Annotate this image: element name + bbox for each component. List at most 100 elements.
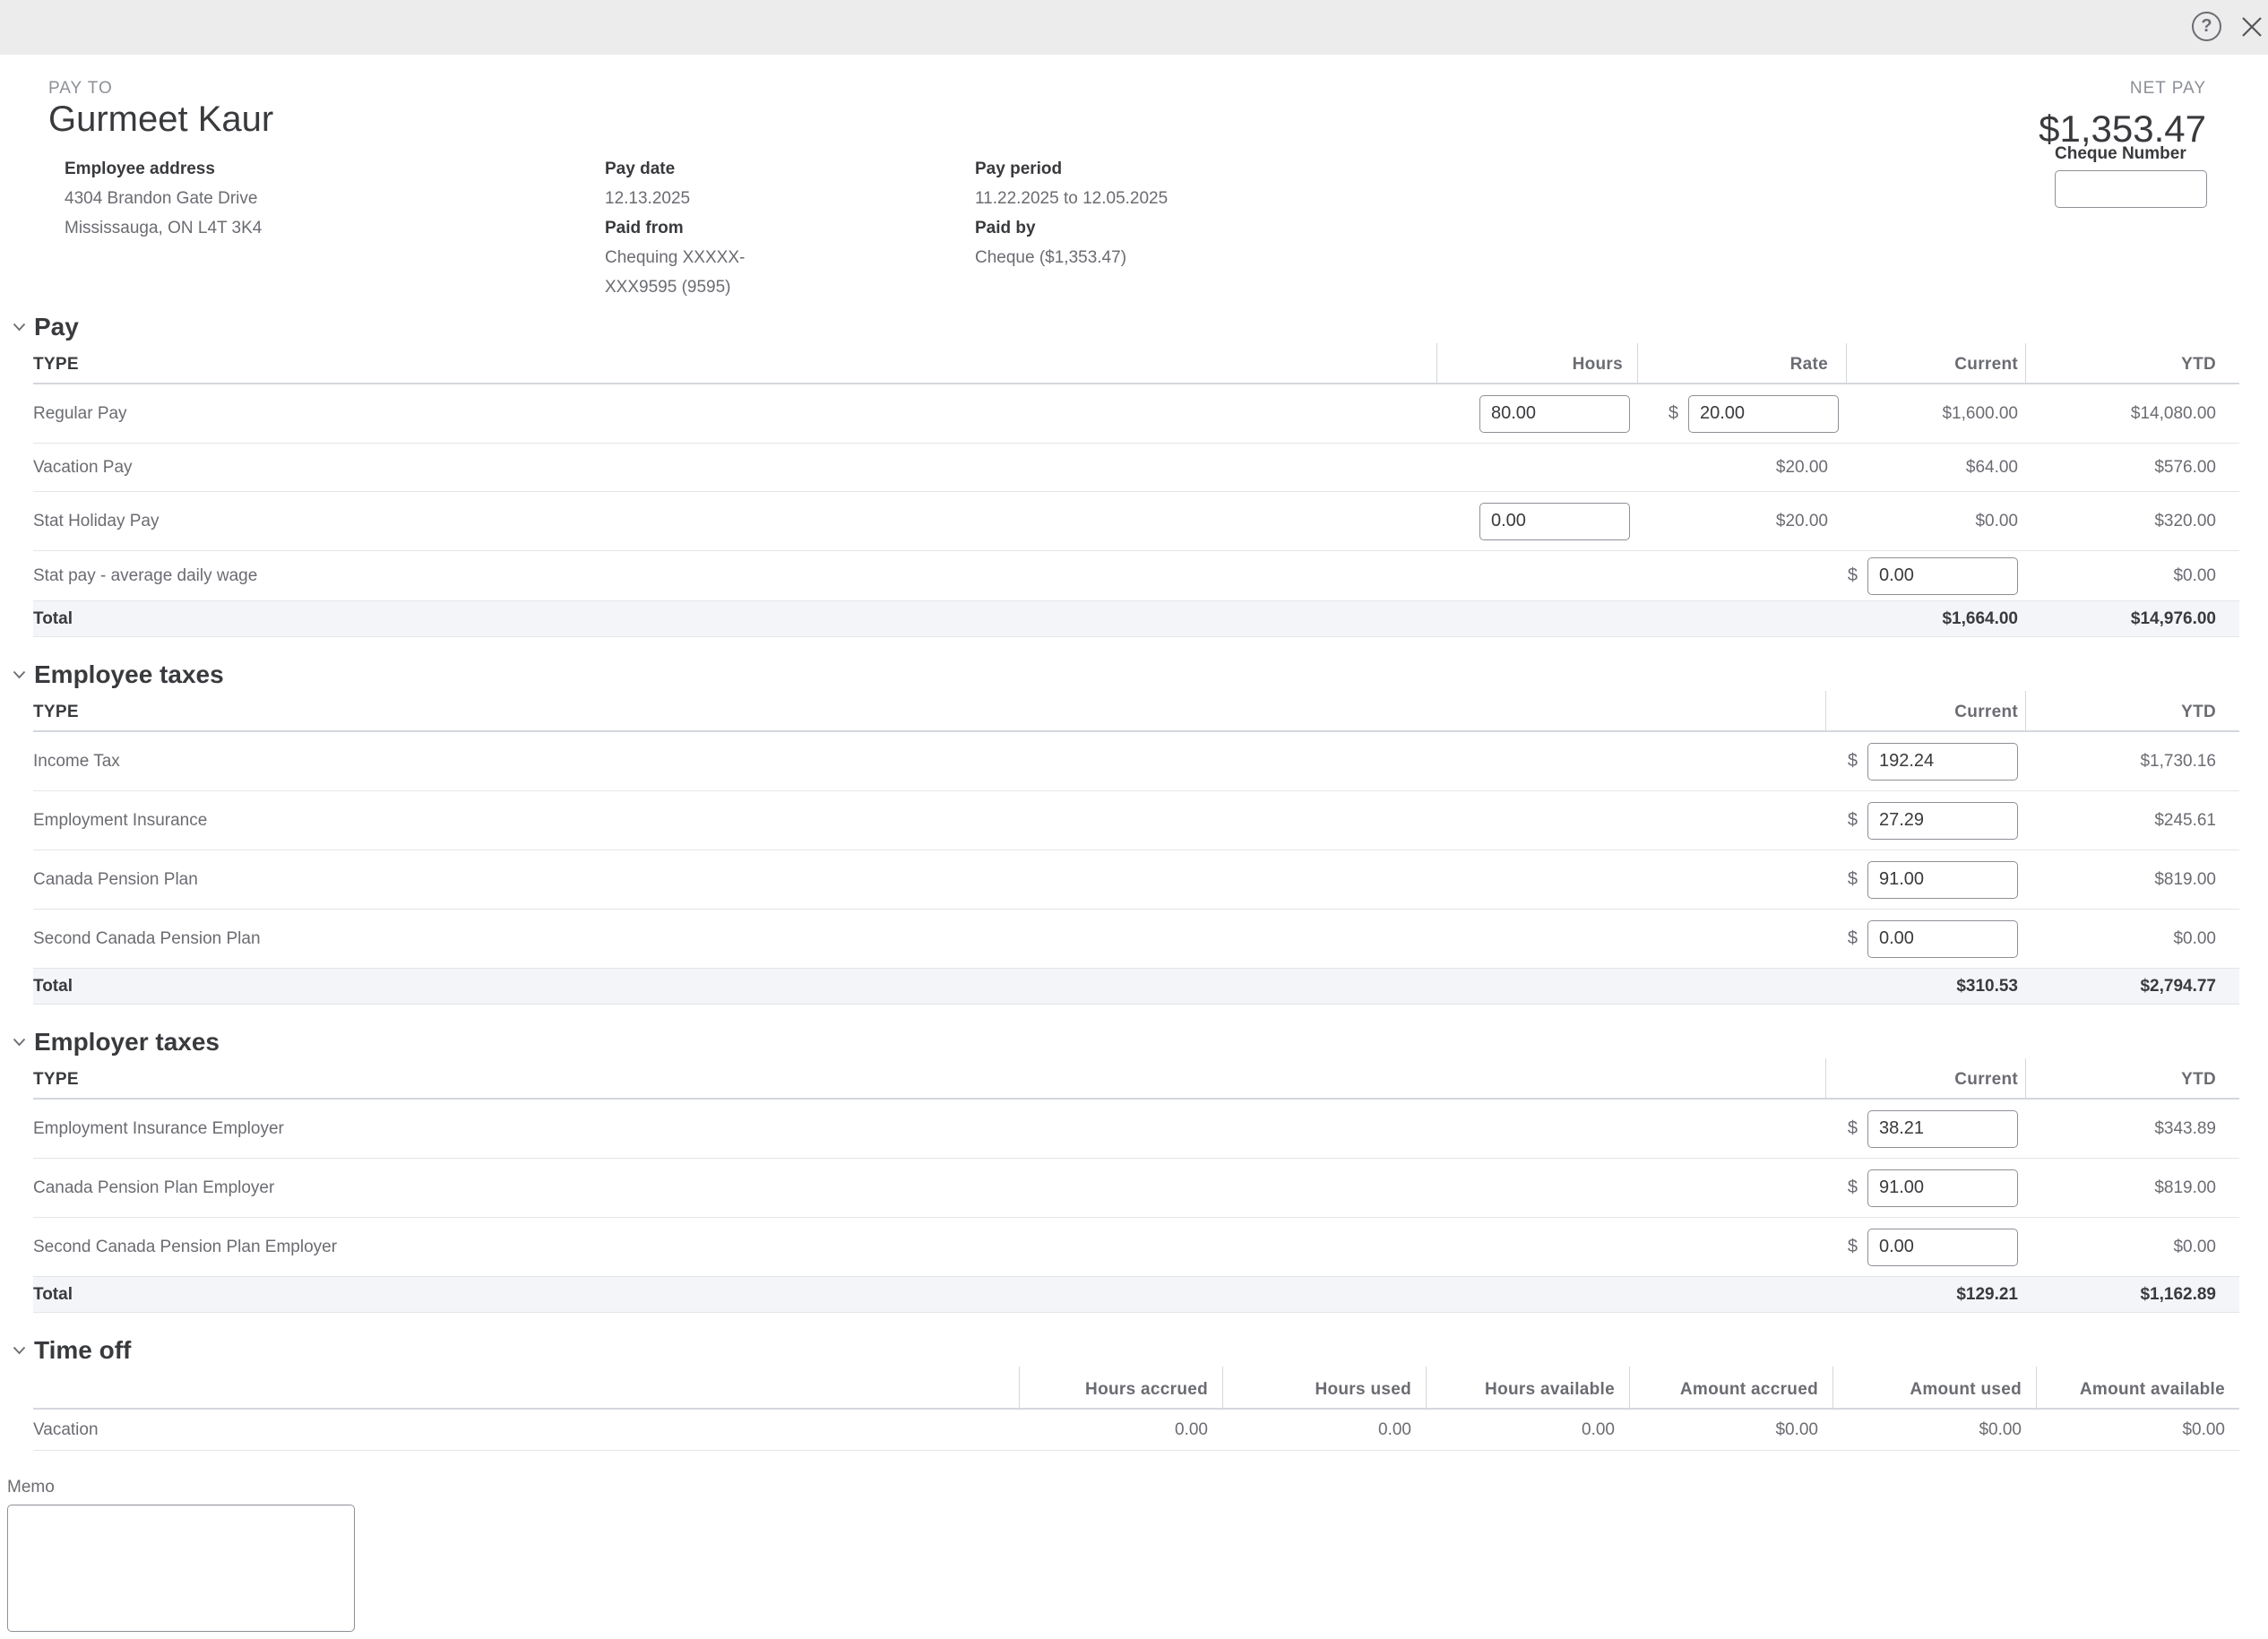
ytd-value: $343.89 xyxy=(2025,1119,2239,1139)
regular-pay-rate-input[interactable] xyxy=(1688,395,1839,433)
total-current: $1,664.00 xyxy=(1846,609,2025,629)
ytd-value: $0.00 xyxy=(2025,566,2239,586)
close-icon[interactable] xyxy=(2239,14,2264,39)
cpp-employer-current-input[interactable] xyxy=(1867,1169,2018,1207)
table-row: Vacation Pay $20.00 $64.00 $576.00 xyxy=(33,444,2239,492)
ytd-value: $576.00 xyxy=(2025,458,2239,478)
pay-type-label: Stat pay - average daily wage xyxy=(33,566,1436,586)
pay-type-label: Vacation Pay xyxy=(33,458,1436,478)
pay-date-block: Pay date 12.13.2025 Paid from Chequing X… xyxy=(605,154,745,302)
employee-taxes-section-header[interactable]: Employee taxes xyxy=(13,659,2239,691)
table-row: Second Canada Pension Plan Employer $ $0… xyxy=(33,1218,2239,1277)
table-row: Canada Pension Plan Employer $ $819.00 xyxy=(33,1159,2239,1218)
currency-prefix: $ xyxy=(1848,751,1858,772)
ei-employer-current-input[interactable] xyxy=(1867,1110,2018,1148)
second-cpp-employer-current-input[interactable] xyxy=(1867,1229,2018,1266)
ytd-value: $320.00 xyxy=(2025,512,2239,531)
rate-value: $20.00 xyxy=(1637,512,1846,531)
ytd-value: $819.00 xyxy=(2025,1178,2239,1198)
ytd-value: $245.61 xyxy=(2025,811,2239,831)
cpp-current-input[interactable] xyxy=(1867,861,2018,899)
column-header-ytd: YTD xyxy=(2025,343,2239,383)
total-current: $310.53 xyxy=(1825,977,2025,996)
tax-type-label: Second Canada Pension Plan xyxy=(33,929,1825,949)
tax-type-label: Canada Pension Plan xyxy=(33,870,1825,890)
total-ytd: $2,794.77 xyxy=(2025,977,2239,996)
column-header-amount-available: Amount available xyxy=(2036,1367,2239,1408)
pay-total-row: Total $1,664.00 $14,976.00 xyxy=(33,601,2239,637)
cheque-number-input[interactable] xyxy=(2055,170,2207,208)
paid-from-line2: XXX9595 (9595) xyxy=(605,272,745,302)
column-header-amount-used: Amount used xyxy=(1833,1367,2036,1408)
paycheque-header: PAY TO Gurmeet Kaur NET PAY $1,353.47 Ch… xyxy=(0,55,2268,297)
ytd-value: $819.00 xyxy=(2025,870,2239,890)
tax-type-label: Canada Pension Plan Employer xyxy=(33,1178,1825,1198)
regular-pay-hours-input[interactable] xyxy=(1479,395,1630,433)
employer-taxes-section-header[interactable]: Employer taxes xyxy=(13,1026,2239,1058)
chevron-down-icon[interactable] xyxy=(13,670,26,679)
table-row: Regular Pay $ $1,600.00 $14,080.00 xyxy=(33,384,2239,444)
column-header-amount-accrued: Amount accrued xyxy=(1629,1367,1833,1408)
chevron-down-icon[interactable] xyxy=(13,323,26,332)
table-row: Stat Holiday Pay $20.00 $0.00 $320.00 xyxy=(33,492,2239,551)
current-value: $64.00 xyxy=(1846,458,2025,478)
currency-prefix: $ xyxy=(1848,1177,1858,1198)
employment-insurance-current-input[interactable] xyxy=(1867,802,2018,840)
table-row: Second Canada Pension Plan $ $0.00 xyxy=(33,910,2239,969)
pay-table: TYPE Hours Rate Current YTD Regular Pay … xyxy=(33,343,2239,637)
pay-section-header[interactable]: Pay xyxy=(13,311,2239,343)
employer-taxes-header: TYPE Current YTD xyxy=(33,1058,2239,1100)
rate-value: $20.00 xyxy=(1637,458,1846,478)
employer-taxes-table: TYPE Current YTD Employment Insurance Em… xyxy=(33,1058,2239,1313)
pay-to-label: PAY TO xyxy=(48,79,113,99)
current-value: $1,600.00 xyxy=(1846,404,2025,424)
stat-pay-current-input[interactable] xyxy=(1867,557,2018,595)
memo-block: Memo xyxy=(7,1478,2239,1632)
total-label: Total xyxy=(33,609,1436,629)
current-value: $0.00 xyxy=(1846,512,2025,531)
table-row: Stat pay - average daily wage $ $0.00 xyxy=(33,551,2239,601)
employee-address-block: Employee address 4304 Brandon Gate Drive… xyxy=(65,154,262,243)
income-tax-current-input[interactable] xyxy=(1867,743,2018,781)
second-cpp-current-input[interactable] xyxy=(1867,920,2018,958)
currency-prefix: $ xyxy=(1848,928,1858,949)
help-icon[interactable]: ? xyxy=(2192,12,2221,41)
chevron-down-icon[interactable] xyxy=(13,1038,26,1047)
stat-holiday-hours-input[interactable] xyxy=(1479,503,1630,540)
time-off-header: Hours accrued Hours used Hours available… xyxy=(33,1367,2239,1410)
amount-used-value: $0.00 xyxy=(1833,1420,2036,1440)
pay-type-label: Regular Pay xyxy=(33,404,1436,424)
employee-address-line1: 4304 Brandon Gate Drive xyxy=(65,184,262,213)
time-off-type-label: Vacation xyxy=(33,1420,1019,1440)
ytd-value: $0.00 xyxy=(2025,929,2239,949)
employee-taxes-header: TYPE Current YTD xyxy=(33,691,2239,732)
chevron-down-icon[interactable] xyxy=(13,1346,26,1355)
tax-type-label: Employment Insurance xyxy=(33,811,1825,831)
net-pay-label: NET PAY xyxy=(2039,79,2206,99)
total-current: $129.21 xyxy=(1825,1285,2025,1305)
table-row: Employment Insurance Employer $ $343.89 xyxy=(33,1100,2239,1159)
column-header-hours: Hours xyxy=(1436,343,1637,383)
pay-date-value: 12.13.2025 xyxy=(605,184,745,213)
table-row: Income Tax $ $1,730.16 xyxy=(33,732,2239,791)
amount-available-value: $0.00 xyxy=(2036,1420,2239,1440)
paid-from-label: Paid from xyxy=(605,213,745,243)
employee-address-line2: Mississauga, ON L4T 3K4 xyxy=(65,213,262,243)
column-header-current: Current xyxy=(1825,1058,2025,1098)
ytd-value: $14,080.00 xyxy=(2025,404,2239,424)
employee-address-label: Employee address xyxy=(65,154,262,184)
column-header-ytd: YTD xyxy=(2025,691,2239,730)
ytd-value: $1,730.16 xyxy=(2025,752,2239,772)
column-header-type: TYPE xyxy=(33,343,1436,383)
memo-input[interactable] xyxy=(7,1505,355,1632)
pay-period-block: Pay period 11.22.2025 to 12.05.2025 Paid… xyxy=(975,154,1168,272)
tax-type-label: Second Canada Pension Plan Employer xyxy=(33,1238,1825,1257)
payee-name: Gurmeet Kaur xyxy=(48,99,273,140)
cheque-number-label: Cheque Number xyxy=(2055,144,2207,164)
employer-taxes-title: Employer taxes xyxy=(34,1028,220,1057)
table-row: Employment Insurance $ $245.61 xyxy=(33,791,2239,850)
column-header-type: TYPE xyxy=(33,691,1825,730)
currency-prefix: $ xyxy=(1848,1237,1858,1257)
time-off-section-header[interactable]: Time off xyxy=(13,1334,2239,1367)
employer-taxes-total-row: Total $129.21 $1,162.89 xyxy=(33,1277,2239,1313)
